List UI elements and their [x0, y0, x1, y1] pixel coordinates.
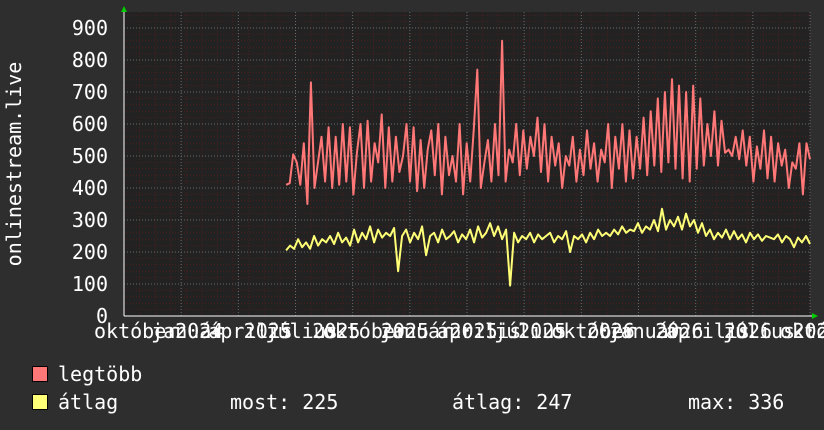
x-axis-ticks: októberjanuáráprilisjúliusoktóberjanuárá… — [94, 319, 824, 343]
x-tick-year-label: 2026 — [724, 319, 772, 343]
stat-now: most: 225 — [230, 390, 339, 414]
legend-swatch-avg — [32, 394, 48, 410]
y-tick-label: 600 — [72, 112, 108, 136]
y-axis-label: onlinestream.live — [2, 62, 26, 267]
stat-max: max: 336 — [688, 390, 785, 414]
y-tick-label: 900 — [72, 16, 108, 40]
y-tick-label: 700 — [72, 80, 108, 104]
stat-average: átlag: 247 — [452, 390, 573, 414]
x-tick-year-label: 2025 — [449, 319, 497, 343]
y-tick-label: 100 — [72, 272, 108, 296]
x-tick-year-label: 2026 — [587, 319, 635, 343]
x-tick-year-label: 2026 — [655, 319, 703, 343]
x-tick-year-label: 2025 — [312, 319, 360, 343]
x-tick-year-label: 202 — [792, 319, 824, 343]
x-tick-year-label: 2025 — [518, 319, 566, 343]
y-axis-arrow — [121, 6, 127, 12]
y-tick-label: 200 — [72, 240, 108, 264]
y-tick-label: 300 — [72, 208, 108, 232]
legend-label-avg: átlag — [58, 390, 119, 414]
y-tick-label: 400 — [72, 176, 108, 200]
y-tick-label: 800 — [72, 48, 108, 72]
chart-canvas: 0 100 200 300 400 500 600 700 800 900 október janu… — [0, 0, 824, 430]
x-tick-year-label: 2025 — [244, 319, 292, 343]
y-axis-ticks: 0100200300400500600700800900 — [72, 16, 108, 328]
y-tick-label: 500 — [72, 144, 108, 168]
x-tick-year-label: 2024 — [175, 319, 223, 343]
x-tick-year-label: 2025 — [381, 319, 429, 343]
legend-swatch-max — [32, 366, 48, 382]
legend-label-max: legtöbb — [58, 362, 143, 386]
